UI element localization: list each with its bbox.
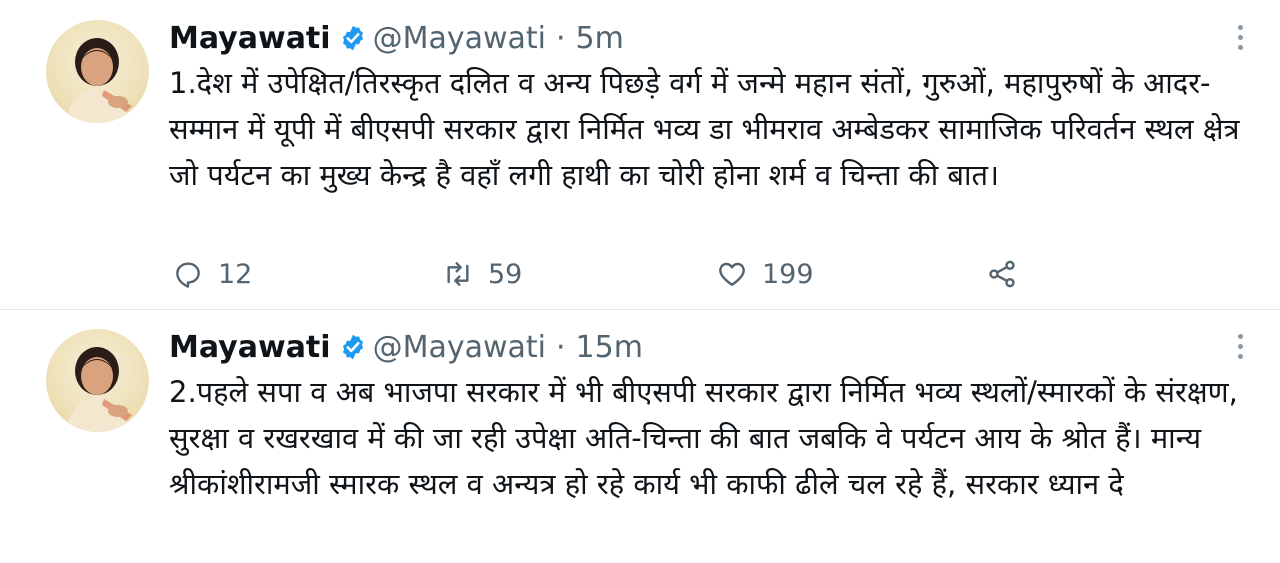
tweet-header: Mayawati @Mayawati · 15m (169, 325, 1240, 369)
heart-icon (719, 262, 745, 286)
tweet-header: Mayawati @Mayawati · 5m (169, 16, 1240, 60)
tweet-actions: 12 59 199 (172, 254, 1072, 294)
more-options-icon[interactable] (1230, 22, 1250, 52)
verified-badge-icon (339, 24, 367, 52)
verified-badge-icon (339, 333, 367, 361)
avatar[interactable] (46, 329, 149, 432)
share-button[interactable] (986, 254, 1032, 294)
separator: · (556, 329, 566, 365)
retweet-icon (447, 262, 469, 286)
reply-button[interactable]: 12 (172, 254, 252, 294)
tweet-text: 1.देश में उपेक्षित/तिरस्कृत दलित व अन्य … (169, 66, 1240, 192)
retweet-count: 59 (488, 258, 523, 290)
tweet-time[interactable]: 5m (576, 21, 624, 56)
tweet[interactable]: Mayawati @Mayawati · 5m 1.देश में उपेक्ष… (0, 0, 1280, 309)
more-options-icon[interactable] (1230, 331, 1250, 361)
like-count: 199 (762, 258, 814, 290)
author-handle[interactable]: @Mayawati (373, 21, 546, 56)
share-icon (989, 260, 1015, 288)
tweet[interactable]: Mayawati @Mayawati · 15m 2.पहले सपा व अब… (0, 309, 1280, 563)
reply-count: 12 (218, 258, 253, 290)
author-name[interactable]: Mayawati (169, 330, 331, 365)
tweet-text: 2.पहले सपा व अब भाजपा सरकार में भी बीएसप… (169, 375, 1238, 501)
avatar-image (66, 347, 132, 432)
reply-icon (176, 262, 200, 288)
avatar-image (66, 38, 132, 123)
author-name[interactable]: Mayawati (169, 21, 331, 56)
author-handle[interactable]: @Mayawati (373, 330, 546, 365)
retweet-button[interactable]: 59 (442, 254, 522, 294)
tweet-time[interactable]: 15m (576, 330, 643, 365)
separator: · (556, 20, 566, 56)
like-button[interactable]: 199 (716, 254, 814, 294)
tweet-content: Mayawati @Mayawati · 5m 1.देश में उपेक्ष… (169, 16, 1240, 198)
avatar[interactable] (46, 20, 149, 123)
tweet-content: Mayawati @Mayawati · 15m 2.पहले सपा व अब… (169, 325, 1240, 507)
